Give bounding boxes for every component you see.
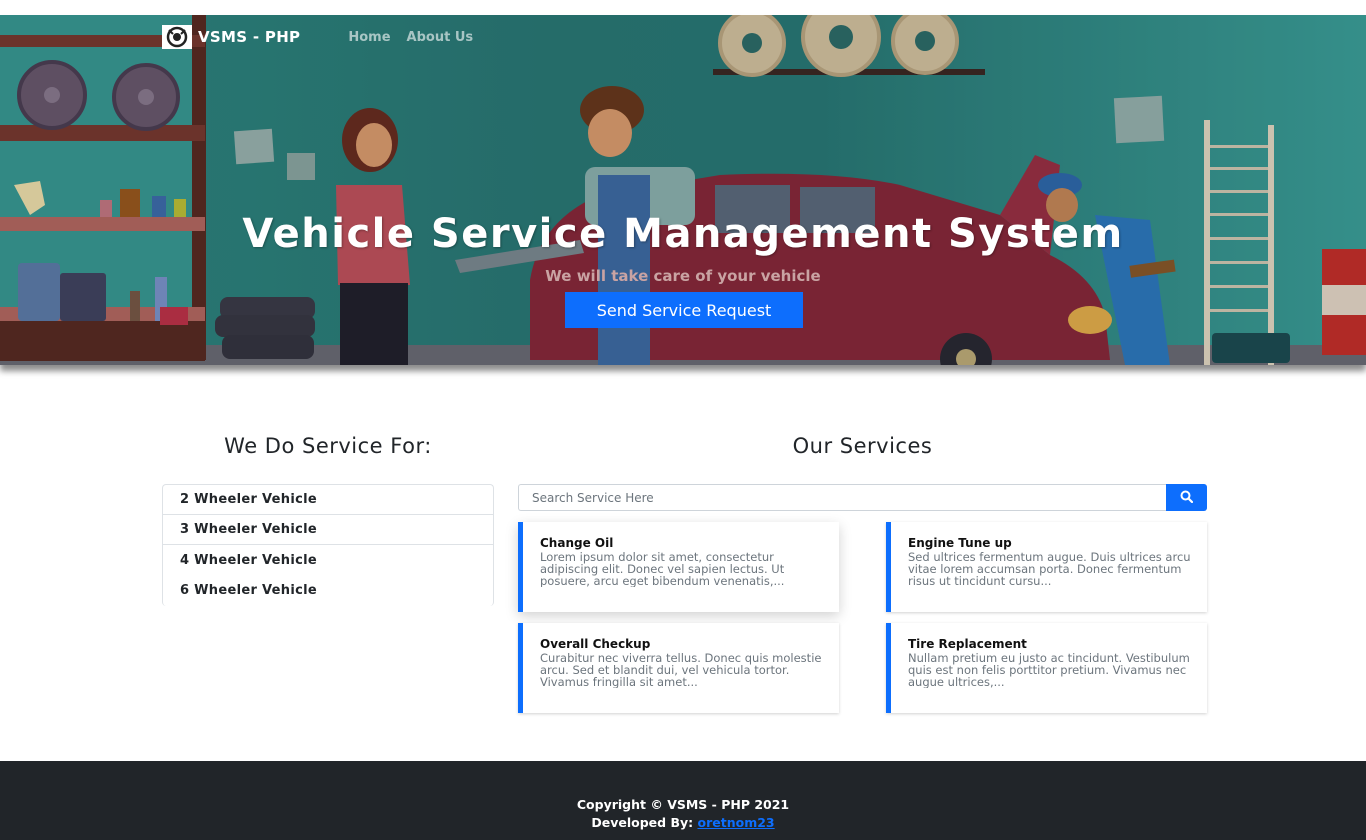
developed-by-label: Developed By: (591, 815, 694, 830)
service-search-bar (518, 484, 1207, 511)
vehicle-item-4-wheeler[interactable]: 4 Wheeler Vehicle (163, 545, 493, 575)
service-card-title: Overall Checkup (540, 637, 651, 651)
hero-banner: VSMS - PHP Home About Us Vehicle Service… (0, 15, 1366, 365)
service-card-engine-tune-up[interactable]: Engine Tune up Sed ultrices fermentum au… (886, 522, 1207, 612)
hero-subtitle: We will take care of your vehicle (545, 267, 821, 285)
service-card-title: Tire Replacement (908, 637, 1027, 651)
service-card-title: Engine Tune up (908, 536, 1012, 550)
service-card-description: Lorem ipsum dolor sit amet, consectetur … (540, 551, 785, 587)
vehicle-item-2-wheeler[interactable]: 2 Wheeler Vehicle (163, 485, 493, 515)
our-services-title: Our Services (792, 434, 933, 458)
footer-copyright: Copyright © VSMS - PHP 2021 (576, 797, 790, 812)
developer-link[interactable]: oretnom23 (698, 815, 775, 830)
nav-link-about-us[interactable]: About Us (407, 30, 474, 45)
vehicle-item-3-wheeler[interactable]: 3 Wheeler Vehicle (163, 515, 493, 545)
nav-links: Home About Us (348, 30, 473, 45)
vehicle-type-list: 2 Wheeler Vehicle 3 Wheeler Vehicle 4 Wh… (162, 484, 494, 606)
vehicle-item-6-wheeler[interactable]: 6 Wheeler Vehicle (163, 575, 493, 605)
search-button[interactable] (1166, 484, 1207, 511)
mechanic-logo-icon[interactable] (162, 25, 192, 49)
footer: Copyright © VSMS - PHP 2021 Developed By… (0, 761, 1366, 840)
brand-name[interactable]: VSMS - PHP (198, 28, 300, 46)
service-card-description: Nullam pretium eu justo ac tincidunt. Ve… (908, 652, 1190, 688)
service-card-change-oil[interactable]: Change Oil Lorem ipsum dolor sit amet, c… (518, 522, 839, 612)
service-card-tire-replacement[interactable]: Tire Replacement Nullam pretium eu justo… (886, 623, 1207, 713)
nav-link-home[interactable]: Home (348, 30, 390, 45)
service-card-description: Curabitur nec viverra tellus. Donec quis… (540, 652, 822, 688)
hero-title: Vehicle Service Management System (242, 211, 1124, 257)
vehicle-types-title: We Do Service For: (224, 434, 432, 458)
send-service-request-button[interactable]: Send Service Request (565, 292, 803, 328)
service-card-overall-checkup[interactable]: Overall Checkup Curabitur nec viverra te… (518, 623, 839, 713)
service-search-input[interactable] (518, 484, 1166, 511)
service-card-description: Sed ultrices fermentum augue. Duis ultri… (908, 551, 1191, 587)
service-card-title: Change Oil (540, 536, 614, 550)
search-icon (1180, 490, 1194, 506)
footer-developer-line: Developed By: oretnom23 (0, 815, 1366, 830)
navbar: VSMS - PHP Home About Us (162, 23, 473, 51)
